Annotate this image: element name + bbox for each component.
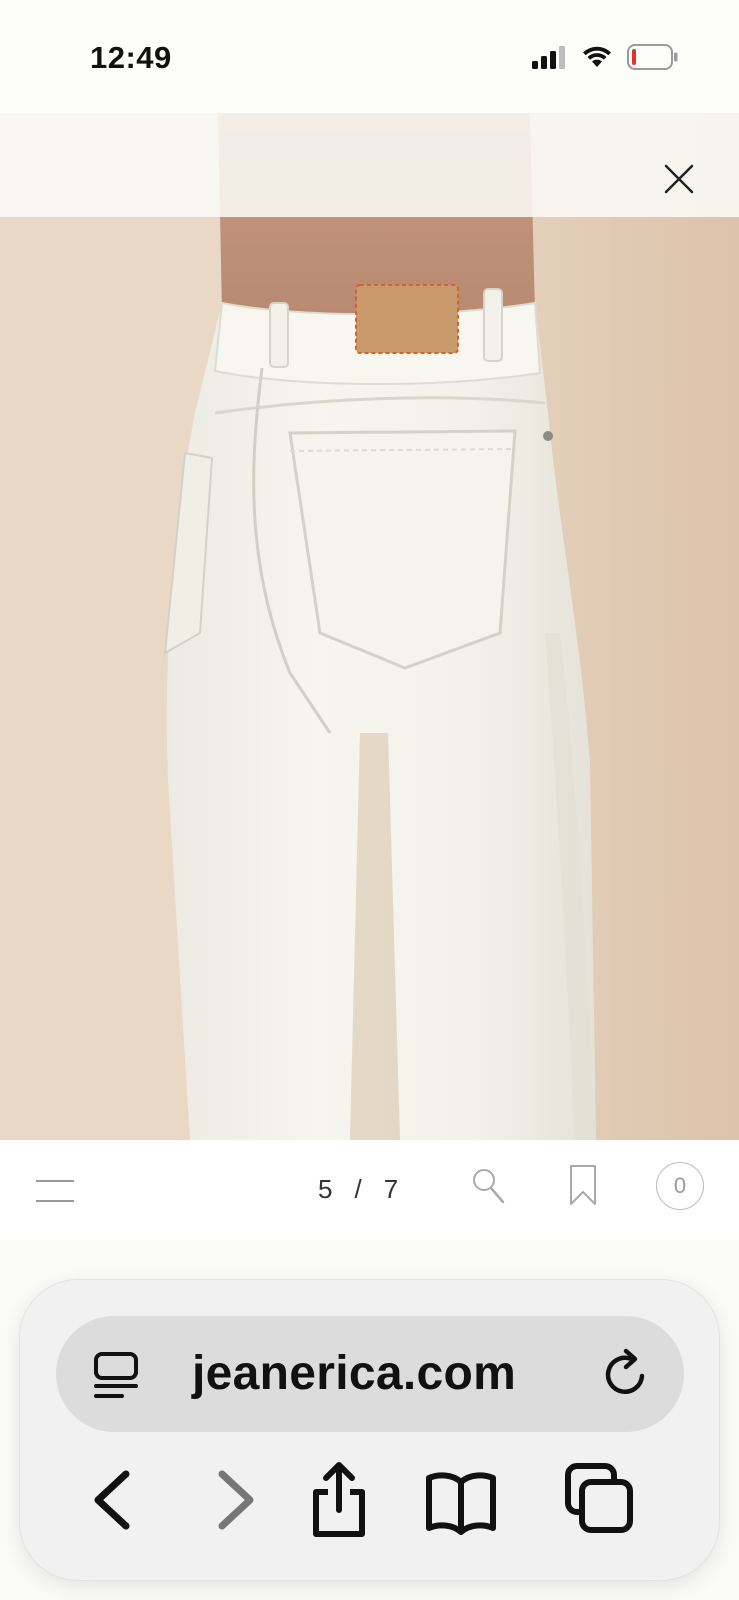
search-button[interactable] — [470, 1166, 506, 1206]
bookmarks-button[interactable] — [424, 1460, 496, 1540]
battery-low-icon — [627, 44, 678, 70]
back-icon — [94, 1470, 130, 1530]
share-icon — [313, 1462, 365, 1537]
wifi-icon — [583, 46, 611, 67]
reload-button[interactable] — [600, 1348, 652, 1400]
reload-icon — [605, 1348, 645, 1394]
bookmarks-icon — [426, 1472, 496, 1535]
pager-total: 7 — [383, 1174, 401, 1204]
menu-icon-line — [36, 1200, 74, 1202]
product-image — [0, 113, 739, 1140]
pager-current: 5 — [318, 1174, 335, 1204]
search-icon — [473, 1169, 505, 1204]
tabs-icon — [565, 1463, 633, 1533]
close-icon — [664, 164, 694, 194]
menu-icon — [36, 1180, 74, 1182]
bookmark-icon — [570, 1165, 596, 1205]
wishlist-button[interactable] — [568, 1164, 598, 1206]
share-button[interactable] — [304, 1460, 374, 1540]
forward-icon — [218, 1470, 254, 1530]
status-icons — [531, 44, 679, 70]
pager-separator: / — [354, 1174, 364, 1204]
forward-button[interactable] — [200, 1460, 270, 1540]
site-bottom-bar: 5 / 7 0 — [0, 1140, 739, 1240]
address-bar[interactable]: jeanerica.com — [56, 1316, 684, 1432]
reader-mode-icon — [94, 1352, 138, 1398]
cellular-signal-icon — [532, 46, 565, 69]
browser-toolbar: jeanerica.com — [20, 1280, 719, 1580]
image-pager: 5 / 7 — [318, 1174, 400, 1205]
reader-mode-button[interactable] — [92, 1350, 140, 1400]
back-button[interactable] — [78, 1460, 148, 1540]
cart-count: 0 — [673, 1173, 687, 1198]
status-time: 12:49 — [90, 40, 172, 75]
close-button[interactable] — [661, 161, 697, 197]
gallery-header-overlay — [0, 113, 739, 217]
cart-button[interactable]: 0 — [656, 1162, 704, 1210]
tabs-button[interactable] — [562, 1460, 633, 1540]
status-bar: 12:49 — [0, 0, 739, 113]
url-text[interactable]: jeanerica.com — [192, 1346, 516, 1401]
menu-button[interactable] — [36, 1174, 76, 1208]
product-gallery[interactable] — [0, 113, 739, 1140]
